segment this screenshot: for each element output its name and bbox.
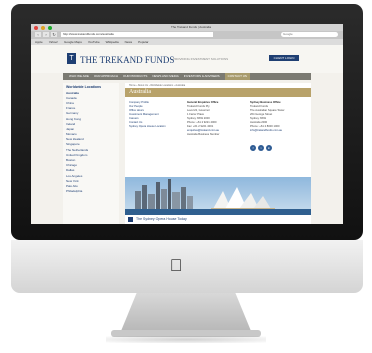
imac-stand bbox=[121, 293, 251, 331]
browser-screen: The Trekand Funds | Australia ‹ › ↻ http… bbox=[31, 24, 343, 224]
nav-item-our-products[interactable]: OUR PRODUCTS bbox=[123, 73, 147, 80]
photo-caption: The Sydney Opera House Today bbox=[125, 216, 311, 224]
search-field[interactable]: Google bbox=[281, 32, 338, 37]
email-link[interactable]: info@trekandfunds.com.au bbox=[250, 129, 284, 133]
page-title: Australia bbox=[129, 89, 151, 95]
apple-logo-icon:  bbox=[170, 256, 183, 276]
address-line: Australia Business Number bbox=[187, 133, 220, 136]
sydney-skyline-image bbox=[125, 177, 311, 215]
sydney-skyline-photo bbox=[125, 177, 311, 215]
content-links: Company Profile Our People Office Hours … bbox=[129, 101, 166, 129]
browser-titlebar: The Trekand Funds | Australia bbox=[31, 24, 343, 31]
imac-chin bbox=[11, 240, 363, 293]
site-header: T THE TREKAND FUNDS PROVIDING INVESTMENT… bbox=[31, 45, 343, 73]
web-page: T THE TREKAND FUNDS PROVIDING INVESTMENT… bbox=[31, 45, 343, 224]
content-link[interactable]: Sydney Opera House Location bbox=[129, 125, 166, 129]
stand-shadow bbox=[106, 336, 266, 343]
browser-toolbar: ‹ › ↻ http://www.trekandfunds.com/austra… bbox=[31, 31, 343, 39]
back-arrow-icon[interactable]: ‹ bbox=[35, 32, 41, 37]
header-tagline: PROVIDING INVESTMENT SOLUTIONS bbox=[173, 57, 229, 61]
imac-frame: The Trekand Funds | Australia ‹ › ↻ http… bbox=[11, 4, 363, 240]
nav-item-investors[interactable]: INVESTORS & ADVISERS bbox=[184, 73, 220, 80]
page-title-bar: Australia bbox=[125, 88, 311, 97]
site-logo-text[interactable]: THE TREKAND FUNDS bbox=[80, 55, 174, 65]
nav-item-news-and-media[interactable]: NEWS AND MEDIA bbox=[152, 73, 178, 80]
sydney-office-block: Sydney Business Office Trekand Funds The… bbox=[250, 101, 284, 133]
window-title: The Trekand Funds | Australia bbox=[171, 25, 211, 29]
address-bar[interactable]: http://www.trekandfunds.com/australia bbox=[61, 32, 213, 37]
locations-sidebar: Worldwide Locations Australia Canada Chi… bbox=[63, 83, 119, 224]
nav-item-contact-us[interactable]: CONTACT US bbox=[224, 73, 250, 80]
reload-icon[interactable]: ↻ bbox=[51, 32, 57, 37]
minimize-window-button[interactable] bbox=[41, 25, 45, 30]
site-logo-icon[interactable]: T bbox=[67, 53, 76, 64]
breadcrumb[interactable]: Home › About Us › Worldwide Locations › … bbox=[129, 84, 185, 87]
general-enquiries-block: General Enquiries Office Trekand Funds P… bbox=[187, 101, 219, 137]
facebook-icon[interactable]: f bbox=[250, 145, 256, 151]
logo-mark: T bbox=[69, 55, 74, 62]
zoom-window-button[interactable] bbox=[48, 25, 52, 30]
nav-item-our-approach[interactable]: OUR APPROACH bbox=[94, 73, 118, 80]
close-window-button[interactable] bbox=[34, 25, 38, 30]
caption-text[interactable]: The Sydney Opera House Today bbox=[136, 217, 187, 221]
social-icons: f t in bbox=[250, 145, 272, 151]
main-navigation: WHO WE ARE OUR APPROACH OUR PRODUCTS NEW… bbox=[63, 73, 311, 80]
forward-arrow-icon[interactable]: › bbox=[43, 32, 49, 37]
sidebar-item[interactable]: Philadelphia bbox=[63, 189, 119, 194]
main-content: Home › About Us › Worldwide Locations › … bbox=[125, 83, 311, 224]
linkedin-icon[interactable]: in bbox=[266, 145, 272, 151]
sidebar-heading: Worldwide Locations bbox=[66, 85, 102, 89]
caption-icon bbox=[128, 217, 133, 222]
nav-item-who-we-are[interactable]: WHO WE ARE bbox=[69, 73, 89, 80]
twitter-icon[interactable]: t bbox=[258, 145, 264, 151]
client-login-button[interactable]: CLIENT LOGIN bbox=[269, 55, 299, 61]
